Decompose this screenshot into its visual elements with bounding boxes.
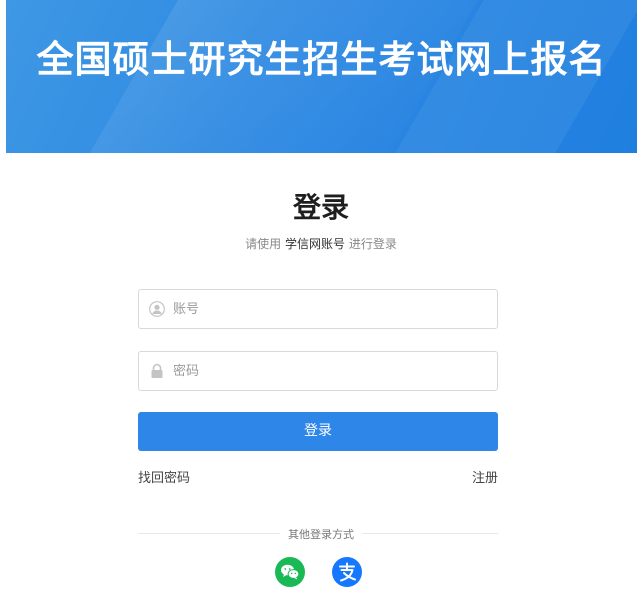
wechat-icon xyxy=(281,564,300,580)
subtitle-account-name: 学信网账号 xyxy=(284,237,345,251)
register-link[interactable]: 注册 xyxy=(472,467,498,486)
subtitle-prefix: 请使用 xyxy=(245,237,285,251)
login-subtitle: 请使用 学信网账号 进行登录 xyxy=(0,235,642,252)
login-button[interactable]: 登录 xyxy=(138,412,498,451)
site-title: 全国硕士研究生招生考试网上报名 xyxy=(36,38,607,81)
other-login-text: 其他登录方式 xyxy=(280,528,362,541)
alipay-icon xyxy=(339,562,356,582)
username-input[interactable] xyxy=(173,290,483,328)
user-icon xyxy=(149,301,165,317)
other-login-label: 其他登录方式 xyxy=(0,526,642,542)
forgot-password-link[interactable]: 找回密码 xyxy=(138,467,190,486)
subtitle-suffix: 进行登录 xyxy=(345,237,397,251)
password-field[interactable] xyxy=(138,351,498,391)
password-input[interactable] xyxy=(173,352,483,390)
wechat-login-button[interactable] xyxy=(275,557,305,587)
alipay-login-button[interactable] xyxy=(332,557,362,587)
header-banner: 全国硕士研究生招生考试网上报名 xyxy=(6,0,637,153)
username-field[interactable] xyxy=(138,289,498,329)
login-title: 登录 xyxy=(292,191,349,224)
lock-icon xyxy=(151,363,163,378)
